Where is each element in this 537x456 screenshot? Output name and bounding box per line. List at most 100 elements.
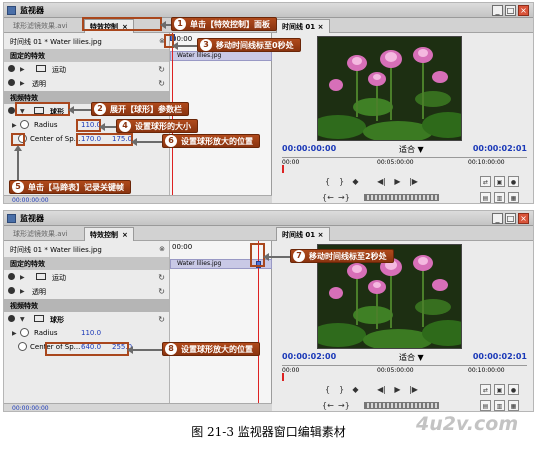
time-ruler[interactable]: 00:00 00:05:00:00 00:10:00:00 <box>282 365 527 375</box>
step-forward-icon[interactable]: |▶ <box>408 176 419 187</box>
zoom-fit-select[interactable]: 适合 ▼ <box>399 144 424 155</box>
close-button[interactable]: × <box>518 5 529 16</box>
tab-sequence-label: 时间线 01 <box>282 231 316 239</box>
center-label: Center of Sp... <box>30 135 81 143</box>
highlight-radius <box>76 119 101 132</box>
safe-margins-icon[interactable]: ▣ <box>494 384 505 395</box>
expand-icon[interactable]: ▶ <box>20 80 25 87</box>
extract-icon[interactable]: ▥ <box>494 400 505 411</box>
callout-3: 3 移动时间线标至0秒处 <box>197 38 301 52</box>
mark-in-icon[interactable]: { <box>322 384 333 395</box>
expand-icon[interactable]: ▶ <box>20 288 25 295</box>
tab-close-icon[interactable]: × <box>122 231 128 239</box>
callout-text: 设置球形放大的位置 <box>181 345 253 354</box>
lift-icon[interactable]: ▤ <box>480 192 491 203</box>
minimize-button[interactable]: _ <box>492 5 503 16</box>
current-time[interactable]: 00:00:02:00 <box>282 352 336 361</box>
eye-icon[interactable] <box>8 287 15 294</box>
mark-in-icon[interactable]: { <box>322 176 333 187</box>
stopwatch-icon[interactable] <box>20 328 29 337</box>
figure-caption: 图 21-3 监视器窗口编辑素材 <box>191 425 346 439</box>
expand-icon[interactable]: ▶ <box>20 274 25 281</box>
zoom-fit-select[interactable]: 适合 ▼ <box>399 352 424 363</box>
monitor-playhead[interactable] <box>282 373 284 381</box>
reset-icon[interactable]: ↻ <box>158 315 165 324</box>
stopwatch-icon[interactable] <box>18 342 27 351</box>
monitor-playhead[interactable] <box>282 165 284 173</box>
eye-icon[interactable] <box>8 315 15 322</box>
tab-sequence[interactable]: 时间线 01 × <box>276 19 330 33</box>
duration-time: 00:00:02:01 <box>472 352 527 361</box>
reset-icon[interactable]: ↻ <box>158 65 165 74</box>
clip-bar[interactable]: Water lilies.jpg <box>170 51 272 61</box>
reset-icon[interactable]: ↻ <box>158 273 165 282</box>
callout-text: 设置球形的大小 <box>135 122 191 131</box>
maximize-button[interactable]: □ <box>505 213 516 224</box>
radius-value[interactable]: 110.0 <box>81 329 101 337</box>
jog-wheel[interactable] <box>364 194 439 201</box>
trim-icon[interactable]: ▦ <box>508 192 519 203</box>
tab-clip[interactable]: 球形滤镜效果.avi <box>8 227 73 241</box>
tab-close-icon[interactable]: × <box>318 231 324 239</box>
expand-icon[interactable]: ▶ <box>12 330 17 337</box>
sphere-row[interactable]: ▼ 球形 ↻ <box>4 313 169 326</box>
expand-icon[interactable]: ▶ <box>12 122 17 129</box>
output-icon[interactable]: ● <box>508 176 519 187</box>
expand-icon[interactable]: ▶ <box>20 66 25 73</box>
play-icon[interactable]: ▶ <box>392 384 403 395</box>
eye-icon[interactable] <box>8 273 15 280</box>
timeline-time: 00:00 <box>172 243 193 251</box>
time-ruler[interactable]: 00:00 00:05:00:00 00:10:00:00 <box>282 157 527 167</box>
minimize-button[interactable]: _ <box>492 213 503 224</box>
go-to-out-icon[interactable]: →} <box>338 400 350 411</box>
arrow-6 <box>131 138 162 146</box>
play-icon[interactable]: ▶ <box>392 176 403 187</box>
safe-margins-icon[interactable]: ▣ <box>494 176 505 187</box>
motion-row[interactable]: ▶ 运动 ↻ <box>4 271 169 284</box>
tab-close-icon[interactable]: × <box>318 23 324 31</box>
step-back-icon[interactable]: ◀| <box>376 176 387 187</box>
loop-icon[interactable]: ⇄ <box>480 384 491 395</box>
go-to-in-icon[interactable]: {← <box>322 400 334 411</box>
callout-text: 设置球形放大的位置 <box>181 137 253 146</box>
extract-icon[interactable]: ▥ <box>494 192 505 203</box>
eye-icon[interactable] <box>8 79 15 86</box>
current-time[interactable]: 00:00:00:00 <box>282 144 336 153</box>
set-marker-icon[interactable]: ◆ <box>350 176 361 187</box>
opacity-row[interactable]: ▶ 透明 ↻ <box>4 285 169 298</box>
close-button[interactable]: × <box>518 213 529 224</box>
output-icon[interactable]: ● <box>508 384 519 395</box>
mark-out-icon[interactable]: } <box>336 176 347 187</box>
tab-sequence[interactable]: 时间线 01 × <box>276 227 330 241</box>
opacity-row[interactable]: ▶ 透明 ↻ <box>4 77 169 90</box>
trim-icon[interactable]: ▦ <box>508 400 519 411</box>
callout-number: 4 <box>119 120 131 132</box>
loop-icon[interactable]: ⇄ <box>480 176 491 187</box>
motion-row[interactable]: ▶ 运动 ↻ <box>4 63 169 76</box>
stopwatch-icon[interactable] <box>20 120 29 129</box>
maximize-button[interactable]: □ <box>505 5 516 16</box>
tab-effect-controls[interactable]: 特效控制 × <box>84 227 134 241</box>
set-marker-icon[interactable]: ◆ <box>350 384 361 395</box>
collapse-icon[interactable]: ⊗ <box>159 245 165 253</box>
mark-out-icon[interactable]: } <box>336 384 347 395</box>
reset-icon[interactable]: ↻ <box>158 287 165 296</box>
lift-icon[interactable]: ▤ <box>480 400 491 411</box>
ruler-tick-label: 00:10:00:00 <box>468 159 505 166</box>
eye-icon[interactable] <box>8 107 15 114</box>
step-back-icon[interactable]: ◀| <box>376 384 387 395</box>
motion-label: 运动 <box>52 274 66 282</box>
shuttle-controls: {← →} ▤ ▥ ▦ <box>272 190 533 203</box>
jog-wheel[interactable] <box>364 402 439 409</box>
window-title: 监视器 <box>20 214 44 223</box>
reset-icon[interactable]: ↻ <box>158 79 165 88</box>
video-effects-label: 视频特效 <box>10 302 38 310</box>
sequence-label: 时间线 01 * Water lilies.jpg <box>10 38 102 46</box>
eye-icon[interactable] <box>8 65 15 72</box>
sequence-row: 时间线 01 * Water lilies.jpg ⊗ <box>4 35 169 48</box>
step-forward-icon[interactable]: |▶ <box>408 384 419 395</box>
go-to-out-icon[interactable]: →} <box>338 192 350 203</box>
collapse-triangle-icon[interactable]: ▼ <box>20 316 25 323</box>
go-to-in-icon[interactable]: {← <box>322 192 334 203</box>
tab-clip[interactable]: 球形滤镜效果.avi <box>8 19 73 33</box>
